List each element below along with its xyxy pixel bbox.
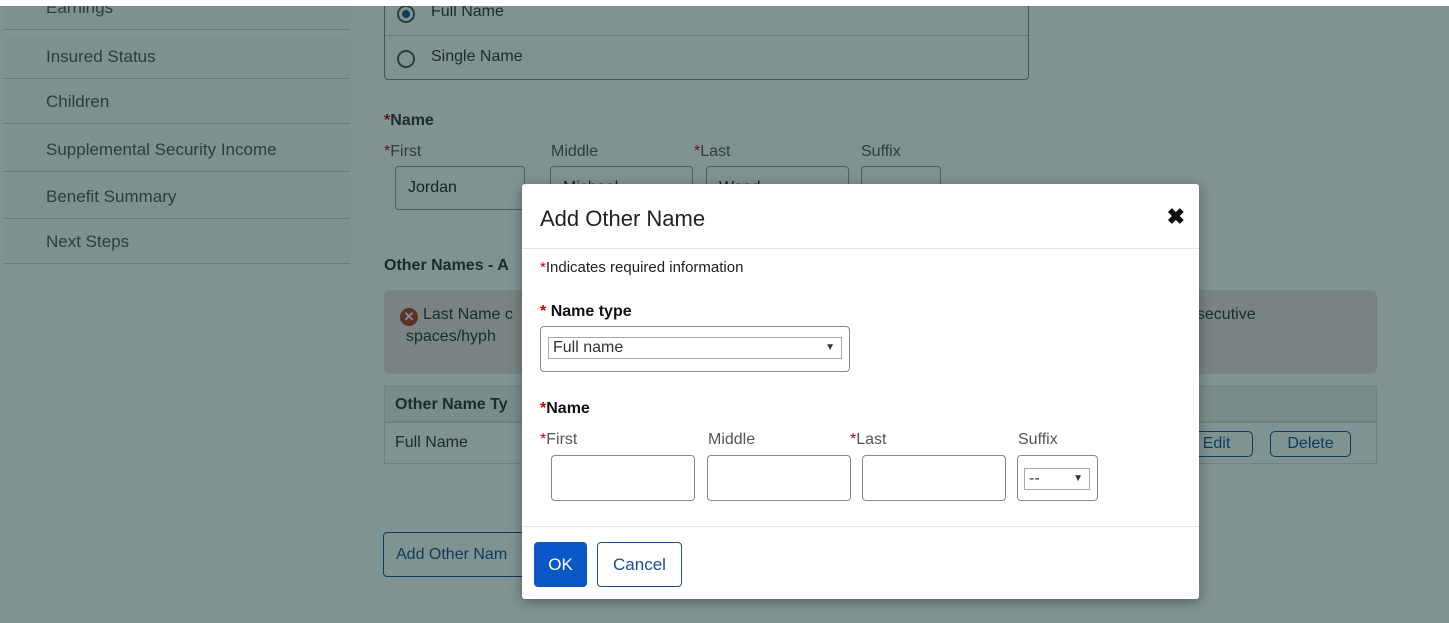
required-note: *Indicates required information <box>540 259 744 276</box>
suffix-select-value: -- ▼ <box>1024 468 1090 490</box>
divider <box>522 248 1199 249</box>
dialog-title: Add Other Name <box>540 206 706 231</box>
chevron-down-icon: ▼ <box>1073 473 1083 484</box>
cancel-button[interactable]: Cancel <box>597 542 682 587</box>
middle-label: Middle <box>708 431 756 448</box>
first-name-input[interactable] <box>551 455 695 501</box>
name-type-label: * Name type <box>540 303 632 320</box>
name-type-select[interactable]: Full name ▼ <box>540 326 850 372</box>
divider <box>522 526 1199 527</box>
middle-name-input[interactable] <box>707 455 851 501</box>
name-type-select-value: Full name ▼ <box>548 337 842 359</box>
first-label: *First <box>540 431 578 448</box>
suffix-select[interactable]: -- ▼ <box>1017 455 1098 501</box>
name-section-label: *Name <box>540 400 590 417</box>
suffix-label: Suffix <box>1018 431 1058 448</box>
top-edge <box>0 0 1449 6</box>
last-label: *Last <box>850 431 887 448</box>
add-other-name-dialog: Add Other Name ✖ *Indicates required inf… <box>522 184 1199 599</box>
last-name-input[interactable] <box>862 455 1006 501</box>
ok-button[interactable]: OK <box>534 542 587 587</box>
page: Earnings Insured Status Children Supplem… <box>0 0 1449 623</box>
close-icon[interactable]: ✖ <box>1167 204 1185 230</box>
chevron-down-icon: ▼ <box>825 342 835 353</box>
